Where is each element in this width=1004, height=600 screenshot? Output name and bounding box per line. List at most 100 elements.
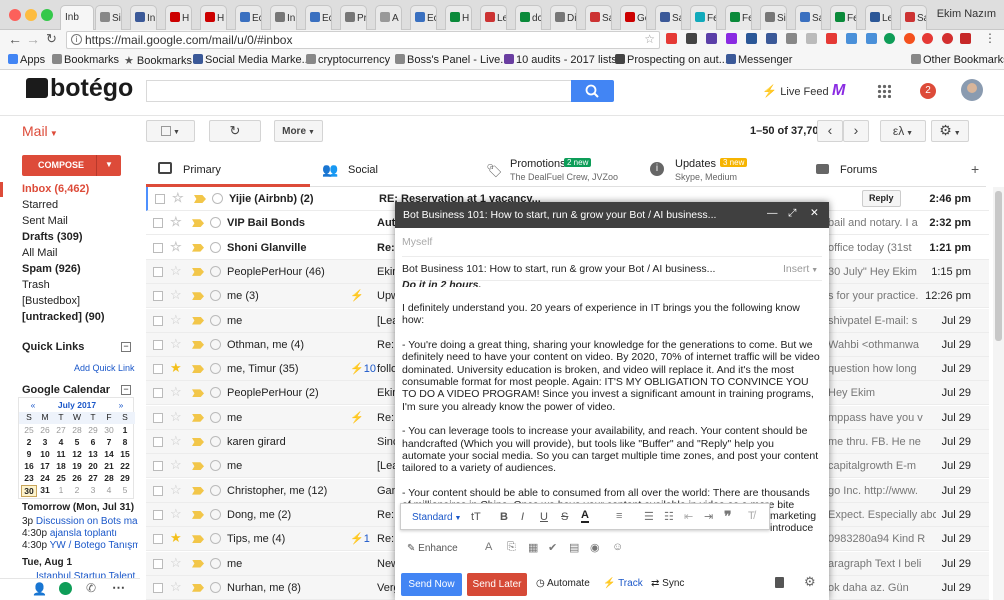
clock-icon[interactable]	[210, 460, 221, 472]
gear-icon[interactable]: ⚙	[804, 574, 816, 590]
strikethrough-icon[interactable]: S	[561, 511, 568, 523]
browser-tab[interactable]: Sa	[585, 5, 612, 30]
profile-name[interactable]: Ekim Nazım	[937, 8, 996, 20]
row-checkbox[interactable]	[153, 412, 163, 423]
clock-icon[interactable]	[212, 193, 223, 204]
attach-icon[interactable]: ⎘	[507, 541, 516, 554]
calendar-day[interactable]: 9	[21, 449, 37, 459]
bulleted-list-icon[interactable]: ☰	[644, 510, 654, 523]
calendar-day[interactable]: 1	[53, 485, 69, 495]
track-button[interactable]: ⚡ Track	[603, 578, 643, 589]
star-icon[interactable]: ☆	[170, 555, 182, 571]
calendar-day[interactable]: 31	[37, 485, 53, 495]
calendar-day[interactable]: 30	[21, 485, 37, 497]
emoji-icon[interactable]: ☺	[612, 541, 623, 553]
bookmark-item[interactable]: ★ Bookmarks	[124, 54, 192, 67]
calendar-day[interactable]: 27	[53, 425, 69, 435]
botego-logo[interactable]: botégo	[26, 74, 133, 103]
row-checkbox[interactable]	[153, 291, 163, 302]
compose-body[interactable]: I definitely understand you. 20 years of…	[402, 302, 820, 536]
browser-menu-icon[interactable]: ⋮	[984, 31, 996, 45]
calendar-next-icon[interactable]: »	[113, 400, 129, 410]
text-color-icon[interactable]: A	[581, 510, 589, 523]
hangouts-icon[interactable]	[59, 582, 72, 595]
bold-icon[interactable]: B	[500, 511, 508, 523]
importance-marker-icon[interactable]	[192, 438, 204, 446]
browser-tab[interactable]: Le	[865, 5, 892, 30]
sidebar-item-trash[interactable]: Trash	[22, 279, 50, 291]
reply-button[interactable]: Reply	[862, 190, 901, 207]
row-checkbox[interactable]	[153, 266, 163, 277]
bookmark-item[interactable]: Prospecting on aut...	[615, 54, 728, 66]
ext-icon[interactable]	[726, 33, 737, 44]
calendar-day[interactable]: 1	[117, 425, 133, 435]
clock-icon[interactable]	[210, 411, 221, 423]
row-checkbox[interactable]	[153, 339, 163, 350]
browser-tab[interactable]: Ec	[410, 5, 437, 30]
calendar-day[interactable]: 3	[37, 437, 53, 447]
ext-icon[interactable]	[746, 33, 757, 44]
calendar-day[interactable]: 5	[117, 485, 133, 495]
browser-tab[interactable]: H	[445, 5, 472, 30]
minimize-icon[interactable]: —	[767, 207, 778, 219]
calendar-day[interactable]: 3	[85, 485, 101, 495]
search-input[interactable]	[146, 80, 572, 102]
calendar-day[interactable]: 23	[21, 473, 37, 483]
notification-badge[interactable]: 2	[920, 83, 936, 99]
clock-icon[interactable]	[210, 387, 221, 399]
importance-marker-icon[interactable]	[192, 219, 204, 228]
importance-marker-icon[interactable]	[192, 365, 204, 374]
calendar-day[interactable]: 13	[85, 449, 101, 459]
ext-icon[interactable]	[960, 33, 971, 44]
calendar-day[interactable]: 26	[69, 473, 85, 483]
importance-marker-icon[interactable]	[192, 413, 204, 422]
calendar-day[interactable]: 19	[69, 461, 85, 471]
calendar-day[interactable]: 7	[101, 437, 117, 447]
star-icon[interactable]: ☆	[170, 263, 182, 279]
calendar-day[interactable]: 17	[37, 461, 53, 471]
add-quick-link[interactable]: Add Quick Link	[74, 363, 135, 373]
sidebar-item-bustedbox[interactable]: [Bustedbox]	[22, 295, 80, 307]
star-icon[interactable]: ☆	[172, 190, 184, 206]
outdent-icon[interactable]: ⇤	[684, 510, 693, 523]
mixmax-icon[interactable]: M	[832, 82, 845, 100]
row-checkbox[interactable]	[153, 509, 163, 520]
star-icon[interactable]: ☆	[170, 409, 182, 425]
calendar-prev-icon[interactable]: «	[25, 400, 41, 410]
sidebar-item-starred[interactable]: Starred	[22, 199, 58, 211]
importance-marker-icon[interactable]	[192, 559, 204, 568]
importance-marker-icon[interactable]	[194, 195, 206, 203]
close-icon[interactable]: ✕	[810, 207, 819, 219]
prev-page-button[interactable]: ‹	[817, 120, 843, 142]
search-button[interactable]	[571, 80, 614, 102]
calendar-day[interactable]: 27	[85, 473, 101, 483]
browser-tab[interactable]: Sa	[795, 5, 822, 30]
calendar-day[interactable]: 25	[21, 425, 37, 435]
font-style-select[interactable]: Standard ▼	[412, 512, 461, 523]
bookmark-star-icon[interactable]: ☆	[644, 32, 655, 46]
select-all-checkbox[interactable]: ▼	[146, 120, 195, 142]
tab-social[interactable]: 👥 Social	[310, 154, 474, 187]
bookmark-apps[interactable]: Apps	[8, 54, 45, 66]
calendar-day[interactable]: 26	[37, 425, 53, 435]
calendar-day[interactable]: 2	[21, 437, 37, 447]
minimize-window-button[interactable]	[25, 9, 37, 21]
from-field[interactable]: Myself	[402, 228, 822, 257]
row-checkbox[interactable]	[153, 437, 163, 447]
ext-icon[interactable]	[884, 33, 895, 44]
sidebar-item-all-mail[interactable]: All Mail	[22, 247, 57, 259]
sidebar-item-untracked[interactable]: [untracked] (90)	[22, 311, 105, 323]
clock-icon[interactable]	[210, 557, 221, 569]
star-icon[interactable]: ★	[170, 360, 182, 376]
clock-icon[interactable]	[210, 581, 221, 593]
calendar-day[interactable]: 29	[85, 425, 101, 435]
importance-marker-icon[interactable]	[192, 267, 204, 276]
browser-tab-active[interactable]: Inb	[60, 5, 94, 30]
collapse-calendar-icon[interactable]: −	[121, 385, 131, 395]
browser-tab[interactable]: Fe	[725, 5, 752, 30]
importance-marker-icon[interactable]	[192, 389, 204, 398]
star-icon[interactable]: ☆	[170, 433, 182, 449]
row-checkbox[interactable]	[153, 461, 163, 472]
browser-tab[interactable]: Fe	[690, 5, 717, 30]
star-icon[interactable]: ☆	[170, 384, 182, 400]
